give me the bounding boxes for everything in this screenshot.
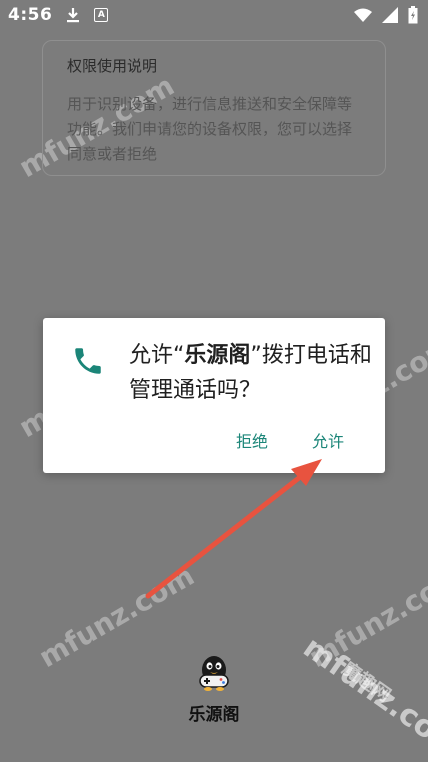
status-time: 4:56	[8, 5, 53, 25]
status-right	[354, 6, 418, 24]
deny-button[interactable]: 拒绝	[236, 428, 268, 452]
battery-icon	[408, 6, 418, 24]
dialog-message-prefix: 允许“	[129, 343, 185, 368]
allow-button[interactable]: 允许	[312, 428, 344, 452]
permission-card-description: 用于识别设备，进行信息推送和安全保障等功能。我们申请您的设备权限，您可以选择同意…	[67, 95, 353, 163]
notification-a-icon: A	[94, 8, 109, 22]
watermark-text: mfunz.com	[33, 558, 200, 675]
dialog-app-name: 乐源阁	[184, 343, 251, 368]
status-bar: 4:56 A	[0, 0, 428, 30]
wifi-icon	[354, 8, 372, 22]
permission-explanation-card: 权限使用说明 用于识别设备，进行信息推送和安全保障等功能。我们申请您的设备权限，…	[42, 40, 386, 176]
permission-dialog: 允许“乐源阁”拨打电话和管理通话吗？ 拒绝 允许	[43, 318, 385, 473]
app-name: 乐源阁	[188, 705, 240, 725]
download-icon	[67, 8, 80, 23]
penguin-gamepad-logo	[199, 656, 229, 691]
permission-card-title: 权限使用说明	[67, 57, 158, 75]
dialog-message: 允许“乐源阁”拨打电话和管理通话吗？	[129, 338, 374, 408]
signal-icon	[382, 7, 398, 23]
status-left: 4:56 A	[8, 5, 109, 25]
phone-icon	[75, 348, 101, 374]
watermark-text: mfunz.com	[296, 629, 428, 762]
